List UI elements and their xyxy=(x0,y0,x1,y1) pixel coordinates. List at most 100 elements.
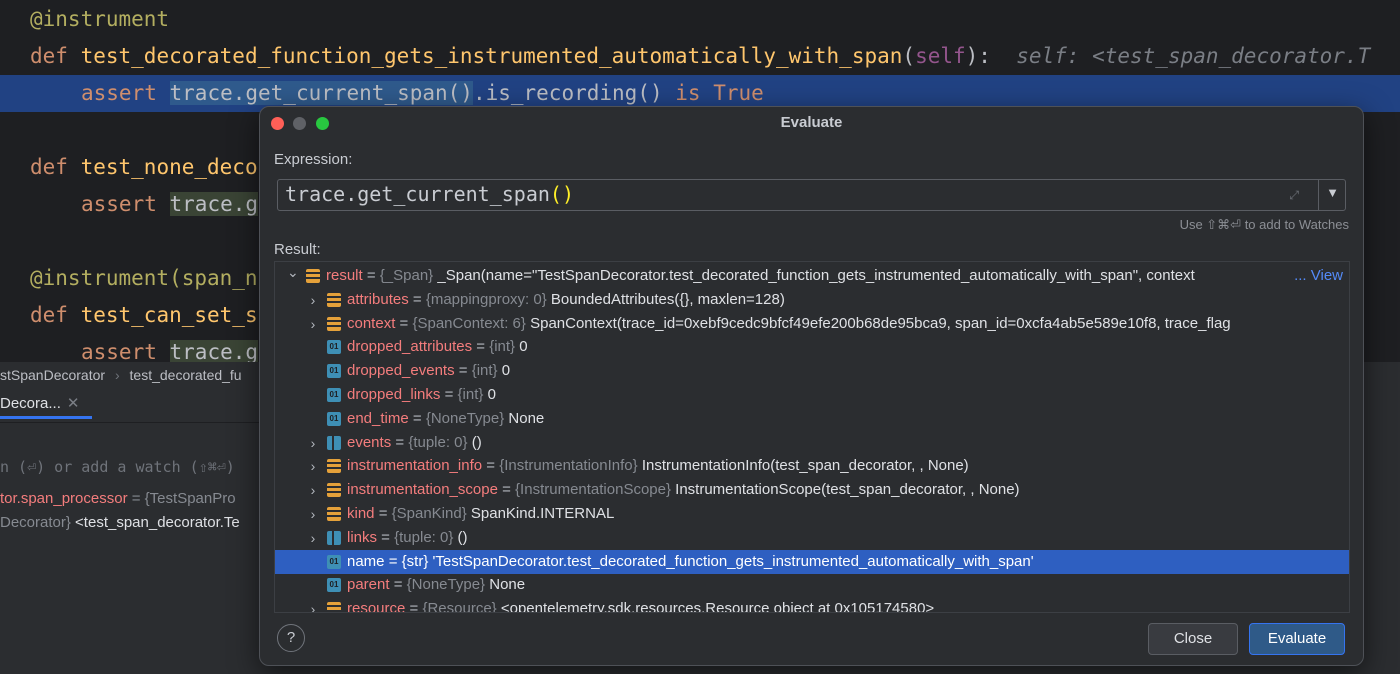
variable-type: {SpanKind} xyxy=(391,505,467,522)
dialog-title: Evaluate xyxy=(780,114,843,131)
equals: = xyxy=(408,290,426,308)
variable-name: parent xyxy=(347,576,390,594)
variable-name: tor.span_processor xyxy=(0,490,128,507)
evaluate-button[interactable]: Evaluate xyxy=(1249,623,1345,655)
tree-row-name[interactable]: 01 name = {str} 'TestSpanDecorator.test_d… xyxy=(275,549,1349,574)
object-icon xyxy=(327,459,341,474)
variable-type: = {TestSpanPro xyxy=(131,490,236,507)
tree-row-links[interactable]: › links = {tuple: 0} () xyxy=(275,526,1349,550)
breadcrumb: stSpanDecorator › test_decorated_fu xyxy=(0,362,242,388)
expression-text: trace.get_current_span() xyxy=(285,182,574,206)
equals: = xyxy=(362,267,380,284)
equals: = xyxy=(408,409,426,427)
primitive-value-icon: 01 xyxy=(327,364,341,379)
breadcrumb-item[interactable]: test_decorated_fu xyxy=(130,367,242,383)
variable-value: 'TestSpanDecorator.test_decorated_functi… xyxy=(432,552,1034,570)
equals: = xyxy=(405,600,423,613)
variable-row[interactable]: Decorator} <test_span_decorator.Te xyxy=(0,514,240,531)
equals: = xyxy=(454,362,472,380)
expand-icon[interactable]: ⤢ xyxy=(1289,188,1299,203)
keyword: def xyxy=(30,44,68,68)
variable-name: end_time xyxy=(347,409,409,427)
history-dropdown-icon[interactable]: ▼ xyxy=(1326,185,1339,200)
result-tree[interactable]: ⌄ result = {_Span} _Span(name="TestSpanDe… xyxy=(274,261,1350,613)
code-line-2: def test_decorated_function_gets_instrum… xyxy=(0,38,1400,75)
chevron-right-icon[interactable]: › xyxy=(308,597,318,612)
function-name: test_decorated_function_gets_instrumente… xyxy=(80,44,903,68)
variable-name: result xyxy=(326,267,363,284)
equals: = xyxy=(391,433,409,451)
expression-parens: () xyxy=(549,182,574,206)
chevron-right-icon[interactable]: › xyxy=(308,288,318,312)
equals: = xyxy=(497,481,516,499)
tree-row-dropped-events[interactable]: 01 dropped_events = {int} 0 xyxy=(275,359,1349,383)
self-param: self xyxy=(915,44,966,68)
tree-row-text: parent = {NoneType} None xyxy=(347,573,525,597)
variable-name: links xyxy=(347,528,378,546)
tree-row-events[interactable]: › events = {tuple: 0} () xyxy=(275,431,1349,455)
variable-value: InstrumentationInfo(test_span_decorator,… xyxy=(641,457,969,475)
tree-row-parent[interactable]: 01 parent = {NoneType} None xyxy=(275,573,1349,597)
variable-name: dropped_attributes xyxy=(347,338,473,356)
variable-value: SpanContext(trace_id=0xebf9cedc9bfcf49ef… xyxy=(530,314,1231,332)
tree-row-text: instrumentation_info = {InstrumentationI… xyxy=(347,454,969,478)
chevron-right-icon[interactable]: › xyxy=(308,312,318,336)
tree-row-result[interactable]: ⌄ result = {_Span} _Span(name="TestSpanDe… xyxy=(275,264,1349,288)
tree-row-resource[interactable]: › resource = {Resource} <opentelemetry.sd… xyxy=(275,597,1349,613)
tree-row-text: dropped_links = {int} 0 xyxy=(347,383,496,407)
variable-row[interactable]: tor.span_processor = {TestSpanPro xyxy=(0,490,236,507)
equals: = xyxy=(482,457,500,475)
object-icon xyxy=(327,602,341,612)
help-button[interactable]: ? xyxy=(277,624,305,652)
close-button[interactable]: Close xyxy=(1148,623,1238,655)
chevron-right-icon[interactable]: › xyxy=(308,526,318,550)
variable-type: {_Span} xyxy=(379,267,434,284)
primitive-value-icon: 01 xyxy=(327,411,341,426)
chevron-down-icon[interactable]: ⌄ xyxy=(287,262,299,284)
tree-row-instrumentation-scope[interactable]: › instrumentation_scope = {Instrumentatio… xyxy=(275,478,1349,502)
function-name: test_can_set_s xyxy=(80,303,258,327)
variable-value: _Span(name="TestSpanDecorator.test_decor… xyxy=(437,267,1195,284)
expression-value: trace.get_current_span xyxy=(285,182,550,206)
equals: = xyxy=(472,338,490,356)
tab-debug-session[interactable]: Decora... ✕ xyxy=(0,394,79,412)
tree-row-dropped-links[interactable]: 01 dropped_links = {int} 0 xyxy=(275,383,1349,407)
view-link[interactable]: ... View xyxy=(1292,264,1343,288)
variable-name: context xyxy=(347,314,396,332)
chevron-right-icon[interactable]: › xyxy=(308,502,318,526)
close-icon[interactable]: ✕ xyxy=(67,395,80,412)
breadcrumb-item[interactable]: stSpanDecorator xyxy=(0,367,105,383)
decorator-args: (span_n xyxy=(169,266,258,290)
tree-row-dropped-attributes[interactable]: 01 dropped_attributes = {int} 0 xyxy=(275,335,1349,359)
chevron-right-icon[interactable]: › xyxy=(308,478,318,502)
expression-label: Expression: xyxy=(274,151,353,168)
chevron-right-icon[interactable]: › xyxy=(308,454,318,478)
tree-row-text: result = {_Span} _Span(name="TestSpanDec… xyxy=(326,264,1195,288)
tree-row-instrumentation-info[interactable]: › instrumentation_info = {Instrumentation… xyxy=(275,454,1349,478)
variable-value: <test_span_decorator.Te xyxy=(75,514,240,531)
variable-name: attributes xyxy=(347,290,409,308)
variable-name: instrumentation_scope xyxy=(347,481,498,499)
code-line-1: @instrument xyxy=(0,1,1400,38)
tree-row-text: resource = {Resource} <opentelemetry.sdk… xyxy=(347,597,934,613)
evaluate-watch-input[interactable]: n (⏎) or add a watch (⇧⌘⏎) xyxy=(0,458,235,476)
tree-row-attributes[interactable]: › attributes = {mappingproxy: 0} BoundedA… xyxy=(275,288,1349,312)
tree-row-text: end_time = {NoneType} None xyxy=(347,407,544,431)
variable-name: dropped_events xyxy=(347,362,455,380)
object-icon xyxy=(327,292,341,307)
dialog-titlebar[interactable]: Evaluate xyxy=(260,107,1363,139)
tree-row-end-time[interactable]: 01 end_time = {NoneType} None xyxy=(275,407,1349,431)
variable-name: name xyxy=(347,552,385,570)
object-icon xyxy=(327,483,341,498)
tree-row-kind[interactable]: › kind = {SpanKind} SpanKind.INTERNAL xyxy=(275,502,1349,526)
keyword: def xyxy=(30,155,68,179)
chevron-right-icon[interactable]: › xyxy=(308,431,318,455)
active-tab-indicator xyxy=(0,416,92,419)
variable-name: events xyxy=(347,433,392,451)
tree-row-text: kind = {SpanKind} SpanKind.INTERNAL xyxy=(347,502,614,526)
variable-type: Decorator} xyxy=(0,514,71,531)
collection-icon xyxy=(327,530,341,545)
tree-row-context[interactable]: › context = {SpanContext: 6} SpanContext(… xyxy=(275,312,1349,336)
expression-input[interactable]: trace.get_current_span() ⤢ ▼ xyxy=(277,179,1346,211)
object-icon xyxy=(306,269,320,283)
